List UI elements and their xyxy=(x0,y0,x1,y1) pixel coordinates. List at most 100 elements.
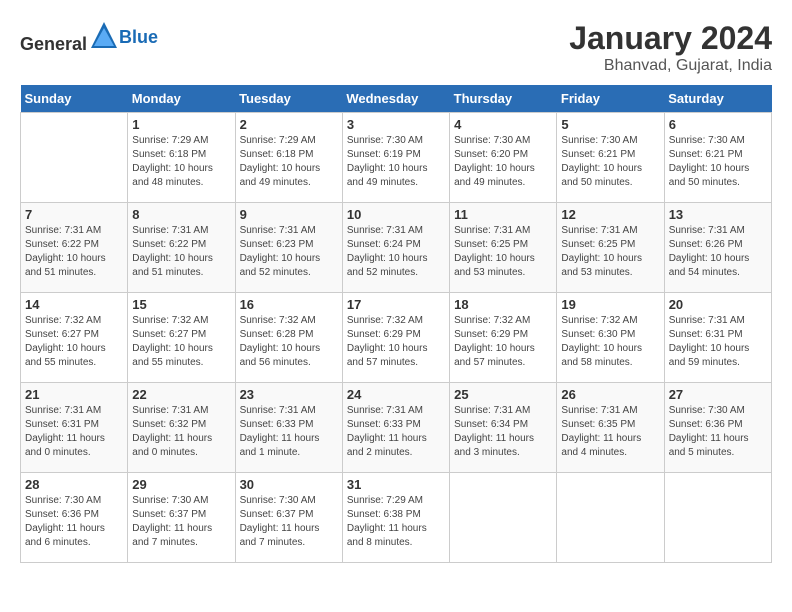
day-number: 10 xyxy=(347,207,445,222)
day-number: 22 xyxy=(132,387,230,402)
day-number: 21 xyxy=(25,387,123,402)
calendar-cell: 13 Sunrise: 7:31 AM Sunset: 6:26 PM Dayli… xyxy=(664,203,771,293)
day-number: 17 xyxy=(347,297,445,312)
day-number: 24 xyxy=(347,387,445,402)
day-info: Sunrise: 7:30 AM Sunset: 6:21 PM Dayligh… xyxy=(669,134,767,190)
weekday-header-monday: Monday xyxy=(128,85,235,113)
day-number: 15 xyxy=(132,297,230,312)
calendar-cell: 14 Sunrise: 7:32 AM Sunset: 6:27 PM Dayli… xyxy=(21,293,128,383)
day-number: 13 xyxy=(669,207,767,222)
day-info: Sunrise: 7:30 AM Sunset: 6:19 PM Dayligh… xyxy=(347,134,445,190)
logo-text-blue: Blue xyxy=(119,27,158,48)
weekday-header-row: SundayMondayTuesdayWednesdayThursdayFrid… xyxy=(21,85,772,113)
calendar-cell: 15 Sunrise: 7:32 AM Sunset: 6:27 PM Dayli… xyxy=(128,293,235,383)
day-number: 11 xyxy=(454,207,552,222)
calendar-cell: 25Sunrise: 7:31 AM Sunset: 6:34 PM Dayli… xyxy=(450,383,557,473)
calendar-cell xyxy=(450,473,557,563)
day-number: 7 xyxy=(25,207,123,222)
calendar-cell: 26 Sunrise: 7:31 AM Sunset: 6:35 PM Dayli… xyxy=(557,383,664,473)
calendar-cell: 20 Sunrise: 7:31 AM Sunset: 6:31 PM Dayli… xyxy=(664,293,771,383)
day-number: 26 xyxy=(561,387,659,402)
page-header: General Blue January 2024 Bhanvad, Gujar… xyxy=(20,20,772,75)
day-info: Sunrise: 7:31 AM Sunset: 6:35 PM Dayligh… xyxy=(561,404,659,460)
day-number: 8 xyxy=(132,207,230,222)
day-number: 2 xyxy=(240,117,338,132)
calendar-cell: 17 Sunrise: 7:32 AM Sunset: 6:29 PM Dayli… xyxy=(342,293,449,383)
day-info: Sunrise: 7:32 AM Sunset: 6:28 PM Dayligh… xyxy=(240,314,338,370)
day-info: Sunrise: 7:30 AM Sunset: 6:36 PM Dayligh… xyxy=(669,404,767,460)
day-info: Sunrise: 7:31 AM Sunset: 6:26 PM Dayligh… xyxy=(669,224,767,280)
week-row-1: 1 Sunrise: 7:29 AM Sunset: 6:18 PM Daylig… xyxy=(21,113,772,203)
day-info: Sunrise: 7:32 AM Sunset: 6:27 PM Dayligh… xyxy=(132,314,230,370)
day-info: Sunrise: 7:30 AM Sunset: 6:21 PM Dayligh… xyxy=(561,134,659,190)
calendar-cell: 31Sunrise: 7:29 AM Sunset: 6:38 PM Dayli… xyxy=(342,473,449,563)
logo-icon xyxy=(89,20,119,50)
day-info: Sunrise: 7:31 AM Sunset: 6:33 PM Dayligh… xyxy=(347,404,445,460)
day-number: 1 xyxy=(132,117,230,132)
day-info: Sunrise: 7:30 AM Sunset: 6:36 PM Dayligh… xyxy=(25,494,123,550)
calendar-body: 1 Sunrise: 7:29 AM Sunset: 6:18 PM Daylig… xyxy=(21,113,772,563)
calendar-cell: 28 Sunrise: 7:30 AM Sunset: 6:36 PM Dayli… xyxy=(21,473,128,563)
day-number: 6 xyxy=(669,117,767,132)
day-info: Sunrise: 7:31 AM Sunset: 6:33 PM Dayligh… xyxy=(240,404,338,460)
title-block: January 2024 Bhanvad, Gujarat, India xyxy=(569,20,772,75)
day-number: 18 xyxy=(454,297,552,312)
calendar-cell: 12 Sunrise: 7:31 AM Sunset: 6:25 PM Dayli… xyxy=(557,203,664,293)
logo-text-general: General xyxy=(20,34,87,54)
day-number: 31 xyxy=(347,477,445,492)
calendar-cell: 5Sunrise: 7:30 AM Sunset: 6:21 PM Daylig… xyxy=(557,113,664,203)
day-info: Sunrise: 7:31 AM Sunset: 6:32 PM Dayligh… xyxy=(132,404,230,460)
day-info: Sunrise: 7:32 AM Sunset: 6:29 PM Dayligh… xyxy=(347,314,445,370)
weekday-header-friday: Friday xyxy=(557,85,664,113)
day-number: 27 xyxy=(669,387,767,402)
weekday-header-sunday: Sunday xyxy=(21,85,128,113)
week-row-3: 14 Sunrise: 7:32 AM Sunset: 6:27 PM Dayli… xyxy=(21,293,772,383)
calendar-cell: 7Sunrise: 7:31 AM Sunset: 6:22 PM Daylig… xyxy=(21,203,128,293)
calendar-cell: 23 Sunrise: 7:31 AM Sunset: 6:33 PM Dayli… xyxy=(235,383,342,473)
day-info: Sunrise: 7:30 AM Sunset: 6:37 PM Dayligh… xyxy=(240,494,338,550)
calendar-cell: 6 Sunrise: 7:30 AM Sunset: 6:21 PM Daylig… xyxy=(664,113,771,203)
day-number: 12 xyxy=(561,207,659,222)
day-number: 20 xyxy=(669,297,767,312)
day-number: 28 xyxy=(25,477,123,492)
day-info: Sunrise: 7:32 AM Sunset: 6:30 PM Dayligh… xyxy=(561,314,659,370)
calendar-cell: 27 Sunrise: 7:30 AM Sunset: 6:36 PM Dayli… xyxy=(664,383,771,473)
calendar-cell: 18Sunrise: 7:32 AM Sunset: 6:29 PM Dayli… xyxy=(450,293,557,383)
calendar-cell: 30Sunrise: 7:30 AM Sunset: 6:37 PM Dayli… xyxy=(235,473,342,563)
weekday-header-thursday: Thursday xyxy=(450,85,557,113)
calendar-cell: 1 Sunrise: 7:29 AM Sunset: 6:18 PM Daylig… xyxy=(128,113,235,203)
weekday-header-wednesday: Wednesday xyxy=(342,85,449,113)
weekday-header-tuesday: Tuesday xyxy=(235,85,342,113)
calendar-cell: 11Sunrise: 7:31 AM Sunset: 6:25 PM Dayli… xyxy=(450,203,557,293)
week-row-4: 21Sunrise: 7:31 AM Sunset: 6:31 PM Dayli… xyxy=(21,383,772,473)
day-number: 9 xyxy=(240,207,338,222)
calendar-cell: 21Sunrise: 7:31 AM Sunset: 6:31 PM Dayli… xyxy=(21,383,128,473)
day-info: Sunrise: 7:29 AM Sunset: 6:18 PM Dayligh… xyxy=(132,134,230,190)
day-info: Sunrise: 7:30 AM Sunset: 6:20 PM Dayligh… xyxy=(454,134,552,190)
day-info: Sunrise: 7:31 AM Sunset: 6:22 PM Dayligh… xyxy=(132,224,230,280)
day-info: Sunrise: 7:29 AM Sunset: 6:18 PM Dayligh… xyxy=(240,134,338,190)
week-row-2: 7 Sunrise: 7:31 AM Sunset: 6:22 PM Daylig… xyxy=(21,203,772,293)
calendar-cell: 16Sunrise: 7:32 AM Sunset: 6:28 PM Dayli… xyxy=(235,293,342,383)
weekday-header-saturday: Saturday xyxy=(664,85,771,113)
day-info: Sunrise: 7:31 AM Sunset: 6:31 PM Dayligh… xyxy=(669,314,767,370)
logo: General Blue xyxy=(20,20,158,55)
day-number: 23 xyxy=(240,387,338,402)
calendar-cell xyxy=(557,473,664,563)
calendar-cell xyxy=(21,113,128,203)
day-number: 4 xyxy=(454,117,552,132)
calendar-cell: 24 Sunrise: 7:31 AM Sunset: 6:33 PM Dayli… xyxy=(342,383,449,473)
calendar-cell: 22 Sunrise: 7:31 AM Sunset: 6:32 PM Dayli… xyxy=(128,383,235,473)
calendar-cell: 19Sunrise: 7:32 AM Sunset: 6:30 PM Dayli… xyxy=(557,293,664,383)
day-info: Sunrise: 7:31 AM Sunset: 6:34 PM Dayligh… xyxy=(454,404,552,460)
day-info: Sunrise: 7:32 AM Sunset: 6:27 PM Dayligh… xyxy=(25,314,123,370)
day-info: Sunrise: 7:31 AM Sunset: 6:25 PM Dayligh… xyxy=(561,224,659,280)
calendar-cell: 10Sunrise: 7:31 AM Sunset: 6:24 PM Dayli… xyxy=(342,203,449,293)
calendar-cell: 4 Sunrise: 7:30 AM Sunset: 6:20 PM Daylig… xyxy=(450,113,557,203)
calendar-cell: 2 Sunrise: 7:29 AM Sunset: 6:18 PM Daylig… xyxy=(235,113,342,203)
day-number: 14 xyxy=(25,297,123,312)
day-number: 29 xyxy=(132,477,230,492)
calendar-cell: 8 Sunrise: 7:31 AM Sunset: 6:22 PM Daylig… xyxy=(128,203,235,293)
day-info: Sunrise: 7:30 AM Sunset: 6:37 PM Dayligh… xyxy=(132,494,230,550)
calendar-cell xyxy=(664,473,771,563)
